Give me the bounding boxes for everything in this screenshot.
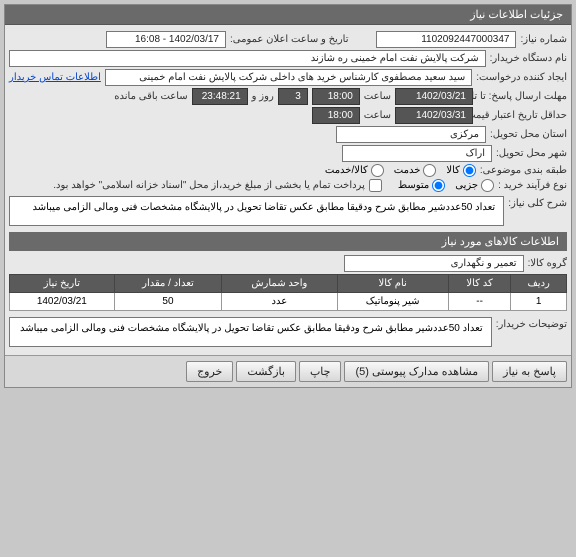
price-valid-time: 18:00 [312,107,360,124]
delivery-city-label: شهر محل تحویل: [496,148,567,159]
table-row[interactable]: 1 -- شیر پنوماتیک عدد 50 1402/03/21 [10,293,567,311]
delivery-city-value: اراک [342,145,492,162]
buyer-org-value: شرکت پالایش نفت امام خمینی ره شازند [9,50,486,67]
radio-goods-service[interactable]: کالا/خدمت [325,164,384,177]
price-valid-label: حداقل تاریخ اعتبار قیمت: تا تاریخ: [477,110,567,121]
desc-label: شرح کلی نیاز: [508,194,567,209]
day-label: روز و [252,91,274,102]
radio-small[interactable]: جزیی [455,179,494,192]
proc-radio-group: جزیی متوسط [398,179,494,192]
creator-value: سید سعید مصطفوی کارشناس خرید های داخلی ش… [105,69,472,86]
col-code: کد کالا [448,275,511,293]
panel-body: شماره نیاز: 1102092447000347 تاریخ و ساع… [5,25,571,355]
button-bar: پاسخ به نیاز مشاهده مدارک پیوستی (5) چاپ… [5,355,571,387]
creator-label: ایجاد کننده درخواست: [476,72,567,83]
goods-section-title: اطلاعات کالاهای مورد نیاز [9,232,567,251]
respond-button[interactable]: پاسخ به نیاز [492,361,567,382]
treasury-checkbox[interactable] [369,179,382,192]
print-button[interactable]: چاپ [299,361,342,382]
goods-group-label: گروه کالا: [528,258,567,269]
cell-date: 1402/03/21 [10,293,115,311]
desc-value: تعداد 50عددشیر مطابق شرح ودقیقا مطابق عک… [9,196,504,226]
back-button[interactable]: بازگشت [236,361,296,382]
treasury-note: پرداخت تمام یا بخشی از مبلغ خرید،از محل … [53,180,365,191]
detail-panel: جزئیات اطلاعات نیاز شماره نیاز: 11020924… [4,4,572,388]
req-no-label: شماره نیاز: [520,34,567,45]
day-count: 3 [278,88,308,105]
deadline-time: 18:00 [312,88,360,105]
radio-goods-input[interactable] [463,164,476,177]
col-date: تاریخ نیاز [10,275,115,293]
radio-goods-service-input[interactable] [371,164,384,177]
deadline-time-label: ساعت [364,91,391,102]
proc-type-label: نوع فرآیند خرید : [498,180,567,191]
category-label: طبقه بندی موضوعی: [480,165,567,176]
req-no-value: 1102092447000347 [376,31,516,48]
radio-service-input[interactable] [423,164,436,177]
col-qty: تعداد / مقدار [114,275,222,293]
remain-time: 23:48:21 [192,88,248,105]
exit-button[interactable]: خروج [186,361,233,382]
buyer-desc-value: تعداد 50عددشیر مطابق شرح ودقیقا مطابق عک… [9,317,492,347]
announce-value: 1402/03/17 - 16:08 [106,31,226,48]
buyer-desc-label: توضیحات خریدار: [496,315,567,330]
deadline-date: 1402/03/21 [395,88,473,105]
price-valid-date: 1402/03/31 [395,107,473,124]
goods-group-value: تعمیر و نگهداری [344,255,524,272]
announce-label: تاریخ و ساعت اعلان عمومی: [230,34,349,45]
col-unit: واحد شمارش [222,275,337,293]
radio-goods[interactable]: کالا [446,164,476,177]
cell-name: شیر پنوماتیک [337,293,448,311]
delivery-prov-label: استان محل تحویل: [490,129,567,140]
contact-buyer-link[interactable]: اطلاعات تماس خریدار [9,72,101,83]
remain-text: ساعت باقی مانده [114,91,187,102]
cell-qty: 50 [114,293,222,311]
cell-code: -- [448,293,511,311]
items-table-header-row: ردیف کد کالا نام کالا واحد شمارش تعداد /… [10,275,567,293]
items-table: ردیف کد کالا نام کالا واحد شمارش تعداد /… [9,274,567,311]
delivery-prov-value: مرکزی [336,126,486,143]
price-valid-time-label: ساعت [364,110,391,121]
radio-medium-input[interactable] [432,179,445,192]
col-name: نام کالا [337,275,448,293]
cell-row: 1 [511,293,567,311]
radio-medium[interactable]: متوسط [398,179,445,192]
buyer-org-label: نام دستگاه خریدار: [490,53,567,64]
cell-unit: عدد [222,293,337,311]
radio-small-input[interactable] [481,179,494,192]
category-radio-group: کالا خدمت کالا/خدمت [325,164,476,177]
attachments-button[interactable]: مشاهده مدارک پیوستی (5) [344,361,489,382]
panel-title: جزئیات اطلاعات نیاز [5,5,571,25]
radio-service[interactable]: خدمت [394,164,437,177]
deadline-label: مهلت ارسال پاسخ: تا تاریخ: [477,91,567,102]
col-row: ردیف [511,275,567,293]
